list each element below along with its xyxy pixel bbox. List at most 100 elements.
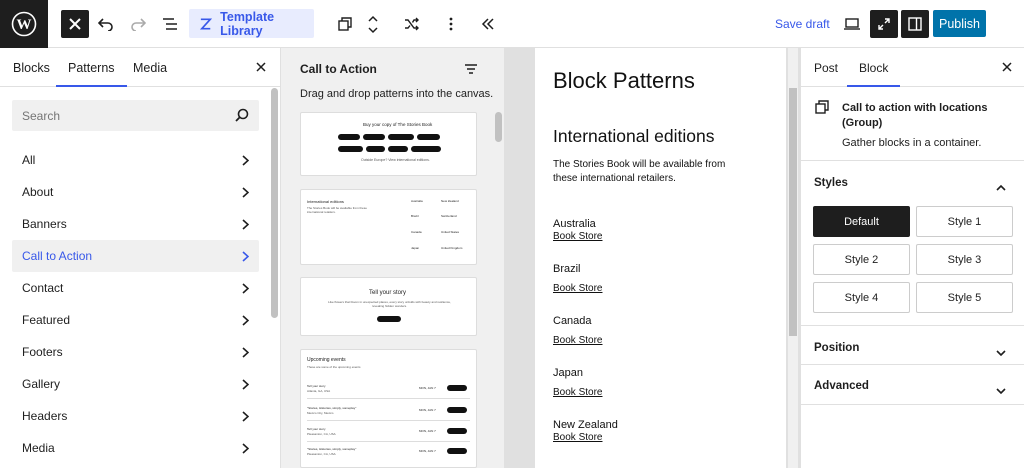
mini-subheading: These are some of the upcoming events bbox=[307, 365, 361, 369]
document-overview-button[interactable] bbox=[156, 10, 184, 38]
canvas-scrollbar-thumb[interactable] bbox=[789, 88, 797, 336]
mini-button bbox=[447, 448, 467, 454]
template-library-label: Template Library bbox=[220, 9, 275, 38]
location-item[interactable]: Brazil Book Store bbox=[553, 263, 602, 294]
category-contact[interactable]: Contact bbox=[12, 272, 259, 304]
pattern-card-upcoming-events[interactable]: Upcoming events These are some of the up… bbox=[300, 349, 477, 468]
category-about[interactable]: About bbox=[12, 176, 259, 208]
pattern-panel-scrollbar[interactable] bbox=[495, 112, 502, 142]
block-paragraph[interactable]: The Stories Book will be available from … bbox=[553, 158, 743, 185]
filter-button[interactable] bbox=[465, 61, 477, 79]
group-block-icon bbox=[338, 17, 352, 31]
more-vertical-icon bbox=[449, 17, 453, 31]
editor-canvas[interactable]: Block Patterns International editions Th… bbox=[535, 48, 786, 468]
pattern-search-input[interactable] bbox=[12, 100, 212, 131]
mini-heading: Tell your story bbox=[369, 290, 407, 296]
tab-blocks[interactable]: Blocks bbox=[13, 61, 50, 75]
mini-city: New Zealand bbox=[441, 199, 459, 203]
location-item[interactable]: Canada Book Store bbox=[553, 315, 602, 346]
mini-event-title: Tell your story bbox=[307, 384, 326, 388]
chevron-up-icon[interactable] bbox=[368, 15, 378, 22]
chevron-right-icon bbox=[242, 314, 249, 326]
chevron-down-icon[interactable] bbox=[996, 382, 1006, 400]
category-all[interactable]: All bbox=[12, 144, 259, 176]
location-item[interactable]: Australia Book Store bbox=[553, 218, 602, 242]
template-library-button[interactable]: Template Library bbox=[189, 9, 314, 38]
canvas-scrollbar[interactable] bbox=[788, 48, 798, 468]
close-inserter-panel-button[interactable] bbox=[253, 59, 269, 75]
collapse-toolbar-button[interactable] bbox=[474, 10, 502, 38]
publish-button[interactable]: Publish bbox=[933, 10, 986, 37]
mini-button bbox=[388, 146, 408, 152]
style-5-button[interactable]: Style 5 bbox=[916, 282, 1013, 313]
tab-media[interactable]: Media bbox=[133, 61, 167, 75]
block-name[interactable]: Call to action with locations (Group) bbox=[842, 101, 1012, 132]
close-inserter-button[interactable] bbox=[61, 10, 89, 38]
location-store-link[interactable]: Book Store bbox=[553, 231, 602, 242]
pattern-category-list: All About Banners Call to Action Contact… bbox=[12, 144, 259, 464]
inserter-scrollbar[interactable] bbox=[271, 88, 278, 318]
pattern-card-tell-your-story[interactable]: Tell your story Like flowers that bloom … bbox=[300, 277, 477, 336]
settings-toggle-button[interactable] bbox=[901, 10, 929, 38]
chevron-down-icon[interactable] bbox=[368, 26, 378, 34]
pattern-card-international-editions[interactable]: International editions The Stories Book … bbox=[300, 189, 477, 265]
styles-panel-title[interactable]: Styles bbox=[814, 177, 848, 189]
category-footers[interactable]: Footers bbox=[12, 336, 259, 368]
mini-event-date: MON, JAN 7 bbox=[419, 408, 436, 412]
shuffle-button[interactable] bbox=[398, 10, 426, 38]
wordpress-icon: W bbox=[11, 11, 37, 37]
block-heading[interactable]: International editions bbox=[553, 126, 715, 147]
settings-sidebar: Post Block Call to action with locations… bbox=[800, 48, 1024, 468]
category-banners[interactable]: Banners bbox=[12, 208, 259, 240]
category-label: Banners bbox=[22, 217, 67, 231]
category-call-to-action[interactable]: Call to Action bbox=[12, 240, 259, 272]
mini-button bbox=[447, 385, 467, 391]
category-label: Contact bbox=[22, 281, 64, 295]
category-gallery[interactable]: Gallery bbox=[12, 368, 259, 400]
style-4-button[interactable]: Style 4 bbox=[813, 282, 910, 313]
pattern-panel-description: Drag and drop patterns into the canvas. bbox=[300, 88, 494, 100]
redo-button[interactable] bbox=[124, 10, 152, 38]
block-options-button[interactable] bbox=[437, 10, 465, 38]
chevron-down-icon[interactable] bbox=[996, 344, 1006, 362]
location-store-link[interactable]: Book Store bbox=[553, 283, 602, 294]
mini-button bbox=[377, 316, 401, 322]
location-item[interactable]: New Zealand Book Store bbox=[553, 419, 618, 443]
mini-event-date: MON, JAN 7 bbox=[419, 386, 436, 390]
style-2-button[interactable]: Style 2 bbox=[813, 244, 910, 275]
chevron-up-icon[interactable] bbox=[996, 178, 1006, 196]
move-block-buttons[interactable] bbox=[362, 10, 384, 38]
desktop-preview-icon bbox=[844, 18, 860, 30]
preview-button[interactable] bbox=[838, 10, 866, 38]
chevron-right-icon bbox=[242, 282, 249, 294]
mini-city: Japan bbox=[411, 246, 420, 250]
location-store-link[interactable]: Book Store bbox=[553, 335, 602, 346]
tab-patterns[interactable]: Patterns bbox=[56, 61, 127, 87]
position-panel-title[interactable]: Position bbox=[814, 342, 859, 354]
undo-button[interactable] bbox=[92, 10, 120, 38]
category-media[interactable]: Media bbox=[12, 432, 259, 464]
advanced-panel-title[interactable]: Advanced bbox=[814, 380, 869, 392]
wordpress-logo-button[interactable]: W bbox=[0, 0, 48, 48]
mini-divider bbox=[307, 441, 470, 442]
style-1-button[interactable]: Style 1 bbox=[916, 206, 1013, 237]
pattern-card-buy-copy[interactable]: Buy your copy of The Stories Book Outsid… bbox=[300, 112, 477, 176]
style-default-button[interactable]: Default bbox=[813, 206, 910, 237]
block-type-switcher-button[interactable] bbox=[331, 10, 359, 38]
style-3-button[interactable]: Style 3 bbox=[916, 244, 1013, 275]
close-icon bbox=[69, 18, 81, 30]
location-city: Brazil bbox=[553, 263, 581, 275]
tab-post[interactable]: Post bbox=[814, 61, 838, 75]
mini-city: Canada bbox=[411, 230, 422, 234]
location-store-link[interactable]: Book Store bbox=[553, 387, 602, 398]
fullscreen-toggle-button[interactable] bbox=[870, 10, 898, 38]
location-item[interactable]: Japan Book Store bbox=[553, 367, 602, 398]
category-headers[interactable]: Headers bbox=[12, 400, 259, 432]
location-store-link[interactable]: Book Store bbox=[553, 432, 618, 443]
close-settings-button[interactable] bbox=[999, 59, 1015, 75]
post-title[interactable]: Block Patterns bbox=[553, 68, 695, 94]
mini-divider bbox=[307, 398, 470, 399]
save-draft-button[interactable]: Save draft bbox=[775, 17, 830, 31]
tab-block[interactable]: Block bbox=[846, 61, 901, 87]
category-featured[interactable]: Featured bbox=[12, 304, 259, 336]
